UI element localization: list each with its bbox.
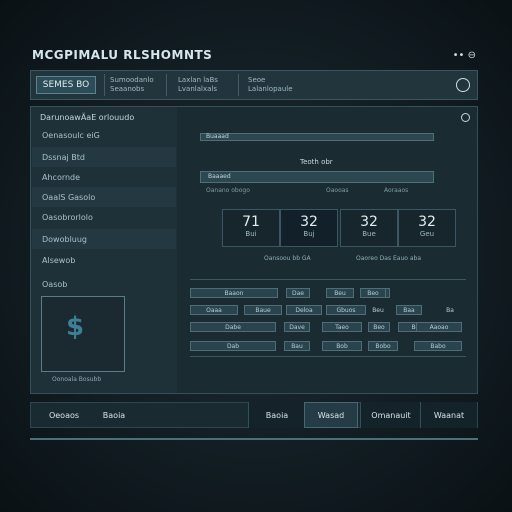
sidebar-item-1[interactable]: Oenasoulc eiG xyxy=(32,125,176,145)
table-row[interactable]: Baaon Dae Beu Bao xyxy=(190,286,466,300)
toolbar-divider xyxy=(238,74,239,96)
app-badge-button[interactable]: SEMES BO xyxy=(36,76,96,94)
slider-2-caption-1: Oanano obogo xyxy=(206,187,250,194)
toolbar-item-3[interactable]: Seoe Lalanlopaule xyxy=(248,76,293,94)
table-cell: Babo xyxy=(414,341,462,351)
section-title: Teoth obr xyxy=(300,158,333,166)
stat-sub: Bui xyxy=(245,230,257,238)
table-cell: Aaoao xyxy=(416,322,462,332)
panel-close-icon[interactable] xyxy=(461,113,470,122)
table-cell: Ba xyxy=(446,306,454,314)
toolbar-item-2-line2: Lvanlalxals xyxy=(178,85,217,93)
table-cell: Baaon xyxy=(190,288,278,298)
table-cell: Dae xyxy=(286,288,310,298)
sidebar-item-2[interactable]: Dssnaj Btd xyxy=(32,147,176,167)
stat-value: 71 xyxy=(242,214,260,230)
table-row[interactable]: Dab Bau Bob Bobo Babo xyxy=(190,339,466,353)
table-cell: Beu xyxy=(326,288,354,298)
toolbar-item-3-line2: Lalanlopaule xyxy=(248,85,293,93)
table-cell: Bau xyxy=(284,341,310,351)
stat-value: 32 xyxy=(300,214,318,230)
table-row[interactable]: Oaaa Baue Deloa Gbuos Beu Baa Ba xyxy=(190,303,466,317)
sidebar-preview-label: Oasob xyxy=(42,279,68,289)
app-title: MCGPIMALU RLSHOMNTS xyxy=(32,48,213,62)
sidebar-item-3[interactable]: Ahcornde xyxy=(32,167,176,187)
dollar-icon: $ xyxy=(66,312,85,342)
stat-value: 32 xyxy=(418,214,436,230)
table-cell: Baa xyxy=(396,305,422,315)
search-icon[interactable] xyxy=(456,78,470,92)
stat-sub: Geu xyxy=(419,230,435,238)
preview-caption: Oonoala Bosubb xyxy=(52,376,102,383)
footer-button-1[interactable]: Oeoaos xyxy=(36,402,92,428)
table-cell: Baue xyxy=(244,305,282,315)
slider-bar-2-label: Baaaed xyxy=(208,173,231,180)
table-cell: Beo xyxy=(360,288,386,298)
footer-button-3[interactable]: Baoia xyxy=(248,402,305,428)
sidebar-header: DarunoawÄaE orlouudo xyxy=(40,113,135,122)
divider xyxy=(190,356,466,357)
toolbar-item-1-line2: Seaanobs xyxy=(110,85,145,93)
stats-note-2: Oaoreo Das Eauo aba xyxy=(356,255,422,262)
table-cell: Taeo xyxy=(322,322,362,332)
table-cell: Oaaa xyxy=(190,305,238,315)
stat-sub: Bue xyxy=(362,230,376,238)
toolbar-divider xyxy=(104,74,105,96)
toolbar-divider xyxy=(166,74,167,96)
slider-bar-1-label: Buaaad xyxy=(206,133,229,140)
table-cell: Bob xyxy=(322,341,362,351)
footer-button-2[interactable]: Baoia xyxy=(92,402,136,428)
stat-card: 32 Geu xyxy=(398,209,456,247)
sidebar-item-4[interactable]: OaalS Gasolo xyxy=(32,187,176,207)
table-cell: Deloa xyxy=(286,305,322,315)
footer-divider xyxy=(30,438,478,440)
table-row[interactable]: Dabe Dave Taeo Beo Bolo Aaoao xyxy=(190,320,466,334)
table-row-extra[interactable]: Beo xyxy=(360,286,390,300)
sidebar-item-6[interactable]: Dowobluug xyxy=(32,229,176,249)
slider-bar-1[interactable] xyxy=(200,133,434,141)
table-cell: Beu xyxy=(372,306,384,314)
stat-card: 32 Bue xyxy=(340,209,398,247)
toolbar-item-2-line1: Laxlan laBs xyxy=(178,76,218,84)
toolbar-item-3-line1: Seoe xyxy=(248,76,266,84)
toolbar-item-1[interactable]: Sumoodanlo Seaanobs xyxy=(110,76,154,94)
divider xyxy=(190,279,466,280)
footer-button-4[interactable]: Wasad xyxy=(304,402,358,428)
table-cell: Bobo xyxy=(368,341,398,351)
table-cell: Dave xyxy=(284,322,310,332)
stat-card: 32 Buj xyxy=(280,209,338,247)
table-cell: Beo xyxy=(368,322,390,332)
stats-note-1: Oansoou bb GA xyxy=(264,255,311,262)
stat-value: 32 xyxy=(360,214,378,230)
toolbar-item-2[interactable]: Laxlan laBs Lvanlalxals xyxy=(178,76,218,94)
footer-button-6[interactable]: Waanat xyxy=(420,402,477,428)
table-cell: Gbuos xyxy=(326,305,366,315)
sidebar-item-7[interactable]: Alsewob xyxy=(32,250,176,270)
stat-card: 71 Bui xyxy=(222,209,280,247)
table-cell: Dabe xyxy=(190,322,276,332)
window-controls-icon[interactable]: •• ⊖ xyxy=(453,50,476,61)
toolbar-item-1-line1: Sumoodanlo xyxy=(110,76,154,84)
slider-2-caption-3: Aoraaos xyxy=(384,187,409,194)
stat-sub: Buj xyxy=(303,230,315,238)
table-cell: Dab xyxy=(190,341,276,351)
sidebar-item-5[interactable]: Oasobrorlolo xyxy=(32,207,176,227)
slider-2-caption-2: Oaooas xyxy=(326,187,349,194)
slider-bar-2[interactable] xyxy=(200,171,434,183)
footer-button-5[interactable]: Omanauit xyxy=(360,402,421,428)
